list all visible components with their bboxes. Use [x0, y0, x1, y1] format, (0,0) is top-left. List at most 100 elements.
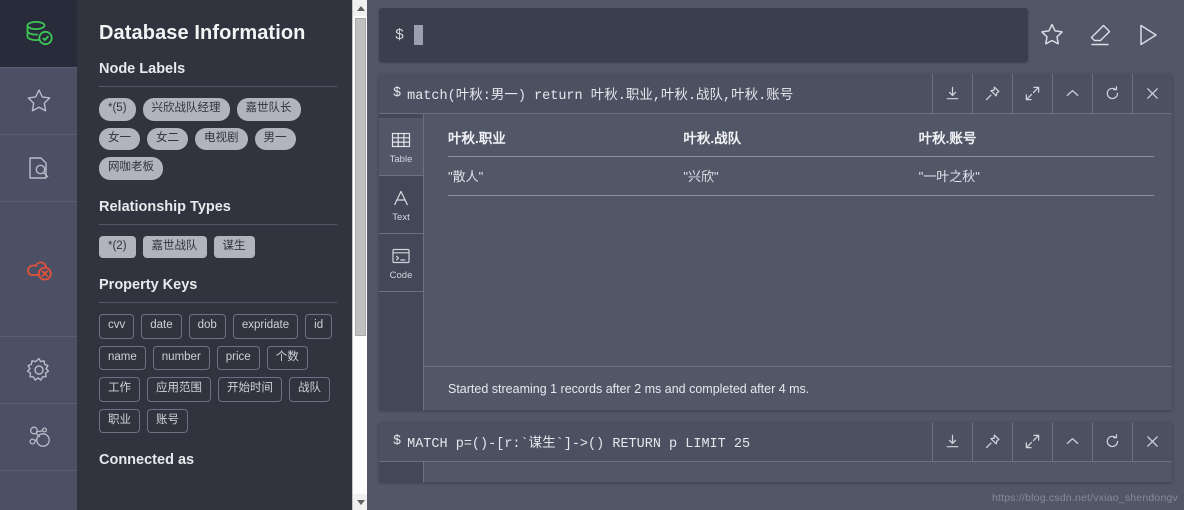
property-key-chip[interactable]: dob [188, 314, 226, 339]
favorite-star-icon [1038, 21, 1066, 49]
table-header-row: 叶秋.职业 叶秋.战队 叶秋.账号 [448, 124, 1154, 157]
relationship-type-chip[interactable]: 谋生 [213, 235, 255, 258]
scroll-down-arrow-icon[interactable] [353, 494, 367, 510]
result-pane: 叶秋.职业 叶秋.战队 叶秋.账号 "散人" "兴欣" "一叶之秋" Start… [423, 114, 1172, 410]
relationship-type-chip[interactable]: *(2) [99, 235, 136, 258]
section-heading-property-keys: Property Keys [99, 277, 198, 293]
property-key-chip-list: cvv date dob expridate id name number price 个数工作… [99, 314, 337, 433]
editor-actions [1028, 8, 1172, 62]
property-key-chip[interactable]: 战队 [289, 377, 330, 402]
property-key-chip[interactable]: date [141, 314, 182, 339]
node-label-chip[interactable]: 女二 [147, 127, 188, 150]
drawer-scrollbar[interactable] [352, 0, 367, 510]
sidebar-item-disconnected[interactable] [0, 201, 77, 337]
refresh-button[interactable] [1092, 422, 1132, 461]
property-key-chip[interactable]: 应用范围 [147, 377, 211, 402]
pin-button[interactable] [972, 422, 1012, 461]
favorite-button[interactable] [1028, 8, 1076, 62]
text-cursor [414, 25, 424, 45]
run-play-icon [1134, 21, 1162, 49]
column-header: 叶秋.账号 [918, 124, 1154, 157]
node-label-chip[interactable]: 嘉世队长 [236, 98, 301, 121]
property-key-chip[interactable]: 工作 [99, 377, 140, 402]
table-row: "散人" "兴欣" "一叶之秋" [448, 156, 1154, 196]
collapse-chevron-up-icon [1064, 85, 1081, 102]
section-heading-relationship-types: Relationship Types [99, 198, 231, 215]
sidebar-item-settings[interactable] [0, 336, 77, 404]
divider [99, 86, 337, 87]
sidebar-icon-rail [0, 0, 77, 510]
main-stream: $ $ match(叶秋:男一) return 叶秋.职业,叶秋.战队,叶秋.账… [367, 0, 1184, 510]
frame-query-text: MATCH p=()-[r:`谋生`]->() RETURN p LIMIT 2… [407, 437, 751, 452]
cloud-disconnected-icon [22, 252, 56, 286]
section-heading-connected-as: Connected as [99, 452, 195, 468]
pin-icon [984, 433, 1001, 450]
clear-button[interactable] [1076, 8, 1124, 62]
pin-icon [984, 85, 1001, 102]
node-label-chip[interactable]: 兴欣战队经理 [142, 98, 230, 121]
scrollbar-thumb[interactable] [355, 18, 366, 336]
property-key-chip[interactable]: 个数 [266, 345, 308, 370]
property-key-chip[interactable]: 职业 [99, 408, 140, 433]
download-button[interactable] [932, 74, 972, 113]
property-key-chip[interactable]: price [216, 345, 260, 370]
column-header: 叶秋.战队 [683, 124, 919, 157]
property-key-chip[interactable]: cvv [99, 314, 135, 339]
view-mode-text[interactable]: Text [379, 176, 423, 234]
node-label-chip[interactable]: *(5) [99, 98, 136, 121]
expand-button[interactable] [1012, 422, 1052, 461]
node-label-chip[interactable]: 女一 [99, 127, 140, 150]
sidebar-item-documents[interactable] [0, 134, 77, 202]
collapse-button[interactable] [1052, 74, 1092, 113]
refresh-icon [1104, 85, 1121, 102]
close-button[interactable] [1132, 422, 1172, 461]
refresh-icon [1104, 433, 1121, 450]
divider [99, 302, 337, 303]
relationship-type-chip-list: *(2) 嘉世战队 谋生 [99, 235, 337, 258]
frame-prompt: $ [393, 434, 402, 449]
property-key-chip[interactable]: number [152, 345, 210, 370]
sidebar-item-about[interactable] [0, 403, 77, 471]
node-label-chip[interactable]: 网咖老板 [99, 157, 163, 180]
node-label-chip[interactable]: 电视剧 [195, 127, 248, 150]
query-editor[interactable]: $ [379, 8, 1028, 62]
relationship-type-chip[interactable]: 嘉世战队 [142, 235, 207, 258]
column-header: 叶秋.职业 [448, 124, 684, 157]
property-key-chip[interactable]: expridate [232, 314, 299, 339]
collapse-chevron-up-icon [1064, 433, 1081, 450]
documents-search-icon [24, 153, 54, 183]
download-icon [944, 433, 961, 450]
refresh-button[interactable] [1092, 74, 1132, 113]
sidebar-item-database-status[interactable] [0, 0, 77, 68]
view-mode-code-label: Code [389, 269, 413, 281]
collapse-button[interactable] [1052, 422, 1092, 461]
scroll-up-arrow-icon[interactable] [353, 0, 367, 16]
view-mode-code[interactable]: Code [379, 234, 423, 292]
section-heading-node-labels: Node Labels [99, 61, 186, 77]
expand-icon [1024, 433, 1041, 450]
page-title: Database Information [99, 22, 306, 44]
frame-body: Table Text Code 叶秋.职业 叶秋.战队 叶秋.账号 "散人" "… [379, 114, 1172, 410]
property-key-chip[interactable]: name [99, 345, 146, 370]
frame-prompt: $ [393, 86, 402, 101]
download-button[interactable] [932, 422, 972, 461]
pin-button[interactable] [972, 74, 1012, 113]
expand-icon [1024, 85, 1041, 102]
text-icon [390, 187, 412, 209]
close-button[interactable] [1132, 74, 1172, 113]
expand-button[interactable] [1012, 74, 1052, 113]
property-key-chip[interactable]: 账号 [147, 408, 188, 433]
frame-status-bar: Started streaming 1 records after 2 ms a… [424, 366, 1172, 410]
view-mode-table[interactable]: Table [379, 118, 423, 176]
property-key-chip[interactable]: id [305, 314, 333, 339]
run-button[interactable] [1124, 8, 1172, 62]
frame-header: $ match(叶秋:男一) return 叶秋.职业,叶秋.战队,叶秋.账号 [379, 74, 1172, 114]
download-icon [944, 85, 961, 102]
result-frame: $ match(叶秋:男一) return 叶秋.职业,叶秋.战队,叶秋.账号 [379, 74, 1172, 410]
database-status-icon [22, 17, 56, 51]
section-property-keys: Property Keys cvv date dob expridate id name n… [99, 277, 337, 433]
frame-buttons [932, 74, 1172, 113]
sidebar-item-favorites[interactable] [0, 67, 77, 135]
property-key-chip[interactable]: 开始时间 [218, 377, 282, 402]
node-label-chip[interactable]: 男一 [254, 127, 296, 150]
